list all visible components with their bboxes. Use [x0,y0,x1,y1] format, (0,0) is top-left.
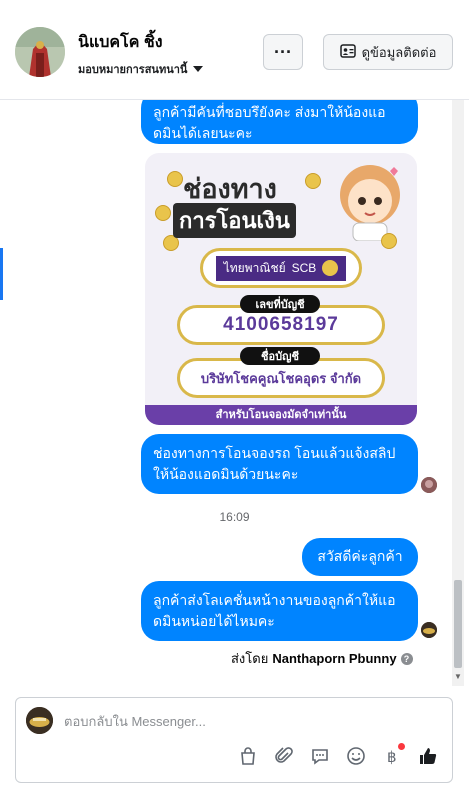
message-text: ช่องทางการโอนจองรถ โอนแล้วแจ้งสลิปให้น้อ… [153,445,396,482]
contact-avatar[interactable] [15,27,65,77]
message-timestamp: 16:09 [219,510,250,524]
emoji-icon[interactable] [346,746,366,766]
page-avatar [26,707,53,734]
baht-icon[interactable]: ฿ [382,743,405,766]
view-contact-info-label: ดูข้อมูลติดต่อ [361,44,437,60]
svg-text:฿: ฿ [387,748,397,766]
account-number-label: เลขที่บัญชี [240,295,320,313]
account-number: 4100658197 [223,314,339,335]
scrollbar-thumb[interactable] [454,580,462,668]
conversation-header: นิแบคโค ชิ้ง มอบหมายการสนทนานี้ ··· ดูข้… [0,0,469,100]
message-thread[interactable]: ลูกค้ามีคันที่ชอบรึยังคะ ส่งมาให้น้องแอด… [0,100,469,686]
caret-down-icon [193,66,204,72]
reply-composer: ฿ [15,697,453,783]
composer-toolbar: ฿ [238,742,438,770]
message-bubble-outgoing[interactable]: ลูกค้าส่งโลเคชั่นหน้างานของลูกค้าให้แอดม… [141,581,418,641]
chat-bubble-icon[interactable] [310,746,330,766]
notification-dot [398,743,405,750]
message-bubble-outgoing[interactable]: สวัสดีค่ะลูกค้า [302,538,418,576]
coin-decoration [305,173,321,189]
message-text: ลูกค้าส่งโลเคชั่นหน้างานของลูกค้าให้แอดม… [153,592,396,629]
card-title-line2: การโอนเงิน [173,203,296,238]
sent-by-line: ส่งโดย Nanthaporn Pbunny ? [231,648,413,669]
message-text: สวัสดีค่ะลูกค้า [317,548,403,564]
message-bubble-outgoing[interactable]: ลูกค้ามีคันที่ชอบรึยังคะ ส่งมาให้น้องแอด… [141,100,418,144]
bank-code: SCB [291,261,317,275]
reply-input[interactable] [64,710,434,732]
account-name: บริษัทโชคคูณโชคอุดร จำกัด [200,370,362,386]
ellipsis-icon: ··· [274,41,292,62]
sent-by-prefix: ส่งโดย [231,651,269,666]
message-bubble-outgoing[interactable]: ช่องทางการโอนจองรถ โอนแล้วแจ้งสลิปให้น้อ… [141,434,418,494]
more-options-button[interactable]: ··· [263,34,303,70]
assign-label: มอบหมายการสนทนานี้ [78,64,188,76]
coin-decoration [381,233,397,249]
card-footer-note: สำหรับโอนจองมัดจำเท่านั้น [145,405,417,425]
seen-by-avatar [421,622,437,638]
coin-decoration [167,171,183,187]
bank-label: ไทยพาณิชย์ SCB [215,255,347,281]
cartoon-girl-illustration [340,165,400,241]
contact-name: นิแบคโค ชิ้ง [78,34,163,51]
seen-by-avatar [421,477,437,493]
contact-card-icon [339,43,356,61]
paperclip-icon[interactable] [274,746,294,766]
help-icon[interactable]: ? [400,652,413,665]
coin-decoration [155,205,171,221]
message-text: ลูกค้ามีคันที่ชอบรึยังคะ ส่งมาให้น้องแอด… [153,104,386,141]
active-indicator [0,248,3,300]
scroll-down-arrow-icon[interactable]: ▼ [453,672,463,682]
bank-name: ไทยพาณิชย์ [223,260,286,275]
view-contact-info-button[interactable]: ดูข้อมูลติดต่อ [323,34,453,70]
bank-badge: ไทยพาณิชย์ SCB [200,248,362,288]
sender-name: Nanthaporn Pbunny [272,651,397,666]
thumbs-up-icon[interactable] [418,746,438,766]
transfer-info-image[interactable]: ช่องทาง การโอนเงิน ไทยพาณิชย์ SCB 410065… [145,153,417,425]
scb-logo-icon [322,260,339,276]
account-name-label: ชื่อบัญชี [240,347,320,365]
shopping-bag-icon[interactable] [238,746,258,766]
assign-conversation-dropdown[interactable]: มอบหมายการสนทนานี้ [78,60,204,78]
